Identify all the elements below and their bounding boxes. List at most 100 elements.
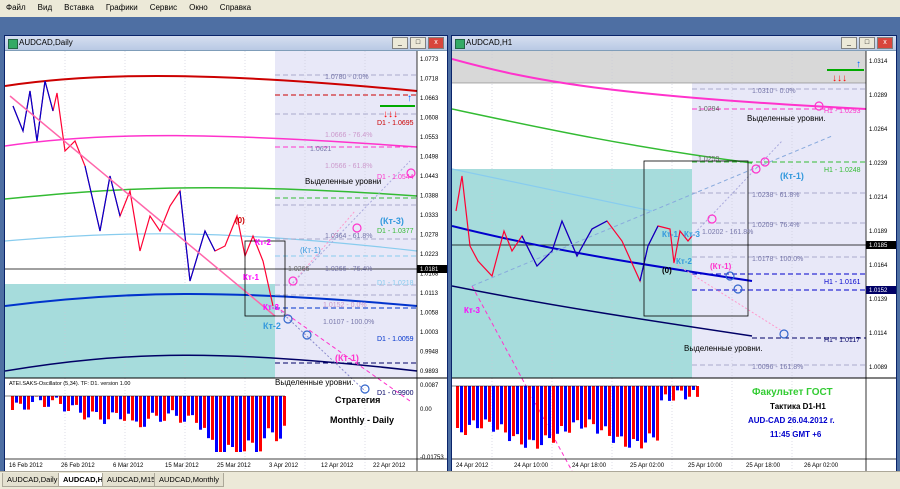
zone-cyan [452, 169, 692, 378]
oscillator-bar [99, 396, 102, 420]
faculty-title: Факультет ГОСТ [752, 387, 833, 398]
zone-cyan [5, 284, 275, 378]
menu-insert[interactable]: Вставка [58, 0, 100, 12]
oscillator-bar [107, 396, 110, 420]
chart-window-h1[interactable]: AUDCAD,H1 _ □ x ↓↓↓ ↑ 1.0310 - 0.0% H1 -… [451, 35, 897, 472]
oscillator-bar [79, 396, 82, 413]
oscillator-bar [572, 386, 575, 423]
oscillator-bar [512, 386, 515, 437]
price-scale-label: 1.0443 [420, 174, 439, 180]
price-scale-label: 1.0164 [869, 263, 888, 269]
down-arrows-icon: ↓↓↓ [383, 109, 398, 120]
price-scale-label: 1.0189 [869, 229, 888, 235]
annotation-text: Кт-2 [263, 321, 281, 331]
strategy-title: Стратегия [335, 395, 380, 405]
oscillator-bar [119, 396, 122, 420]
tab-audcad-monthly[interactable]: AUDCAD,Monthly [154, 473, 225, 487]
oscillator-bar [15, 396, 18, 403]
date-label: 25 Mar 2012 [217, 463, 251, 469]
tab-audcad-m15[interactable]: AUDCAD,M15 [102, 473, 161, 487]
maximize-button[interactable]: □ [859, 37, 875, 49]
osc-scale-label: 0.0087 [420, 383, 439, 389]
oscillator-bar [496, 386, 499, 430]
level-label: 1.0310 - 0.0% [752, 88, 796, 95]
oscillator-bar [616, 386, 619, 437]
oscillator-bar [668, 386, 671, 401]
oscillator-bar [560, 386, 563, 426]
date-label: 24 Apr 18:00 [572, 463, 607, 469]
menu-window[interactable]: Окно [183, 0, 214, 12]
window-titlebar[interactable]: AUDCAD,Daily _ □ x [5, 36, 447, 51]
level-label: 1.0780 - 0.0% [325, 74, 369, 81]
oscillator-bar [195, 396, 198, 423]
current-price: 1.0181 [420, 267, 439, 273]
daily-chart[interactable]: ↓↓↓ ↑ 1.0780 - 0.0% D1 - 1.0695 1.0666 -… [5, 51, 447, 471]
oscillator-bar [223, 396, 226, 452]
date-label: 26 Apr 02:00 [804, 463, 839, 469]
oscillator-bar [31, 396, 34, 402]
menu-charts[interactable]: Графики [100, 0, 144, 12]
h1-chart[interactable]: ↓↓↓ ↑ 1.0310 - 0.0% H1 - 1.0293 1.0294 1… [452, 51, 896, 471]
oscillator-bar [63, 396, 66, 412]
oscillator-bar [676, 386, 679, 391]
price-tag-value: 1.0152 [869, 288, 888, 294]
oscillator-bar [39, 396, 42, 401]
annotation-text: (0) [235, 216, 245, 225]
menu-file[interactable]: Файл [0, 0, 32, 12]
oscillator-bar [652, 386, 655, 438]
price-scale-label: 1.0214 [869, 195, 888, 201]
menu-help[interactable]: Справка [214, 0, 257, 12]
minimize-button[interactable]: _ [392, 37, 408, 49]
oscillator-bar [219, 396, 222, 452]
oscillator-bar [279, 396, 282, 439]
menu-tools[interactable]: Сервис [144, 0, 183, 12]
oscillator-bar [492, 386, 495, 432]
maximize-button[interactable]: □ [410, 37, 426, 49]
oscillator-bar [95, 396, 98, 413]
level-label: 1.0259 [698, 156, 720, 163]
oscillator-bar [167, 396, 170, 414]
oscillator-bar [211, 396, 214, 440]
minimize-button[interactable]: _ [841, 37, 857, 49]
level-label: 1.0238 - 61.8% [752, 192, 799, 199]
oscillator-bar [588, 386, 591, 420]
price-scale-label: 1.0113 [420, 291, 439, 297]
oscillator-bar [75, 396, 78, 405]
down-arrows-icon: ↓↓↓ [832, 73, 847, 84]
oscillator-bar [500, 386, 503, 425]
oscillator-bar [688, 386, 691, 397]
level-label: 1.0294 [698, 106, 720, 113]
level-label: H1 - 1.0293 [824, 108, 861, 115]
price-scale-label: 1.0239 [869, 161, 888, 167]
time-label: 11:45 GMT +6 [770, 430, 822, 439]
level-label: H1 - 1.0248 [824, 167, 861, 174]
osc-scale-label: 0.00 [420, 407, 432, 413]
oscillator-bar [271, 396, 274, 433]
level-label: 1.0209 - 76.4% [752, 222, 799, 229]
level-label: 1.0107 - 100.0% [323, 319, 374, 326]
annotation-text: Кт-1 [662, 230, 678, 239]
oscillator-bar [139, 396, 142, 428]
oscillator-bar [43, 396, 46, 407]
oscillator-bar [115, 396, 118, 413]
level-label: H1 - 1.0117 [824, 337, 860, 344]
window-titlebar[interactable]: AUDCAD,H1 _ □ x [452, 36, 896, 51]
tab-audcad-daily[interactable]: AUDCAD,Daily [2, 473, 63, 487]
price-scale-label: 1.0289 [869, 93, 888, 99]
chart-window-daily[interactable]: AUDCAD,Daily _ □ x ↓↓↓ ↑ 1.0780 - 0.0% D… [4, 35, 448, 472]
level-label: 1.0566 - 61.8% [325, 163, 372, 170]
oscillator-bar [123, 396, 126, 421]
menu-view[interactable]: Вид [32, 0, 58, 12]
oscillator-bar [660, 386, 663, 401]
oscillator-bar [187, 396, 190, 416]
close-button[interactable]: x [877, 37, 893, 49]
oscillator-bar [247, 396, 250, 441]
oscillator-bar [484, 386, 487, 420]
oscillator-bar [508, 386, 511, 442]
close-button[interactable]: x [428, 37, 444, 49]
oscillator-bar [275, 396, 278, 442]
level-label: 1.0096 - 161.8% [752, 364, 803, 371]
level-label: 1.0178 - 100.0% [752, 256, 803, 263]
oscillator-bar [524, 386, 527, 448]
price-scale-label: 1.0139 [869, 297, 888, 303]
